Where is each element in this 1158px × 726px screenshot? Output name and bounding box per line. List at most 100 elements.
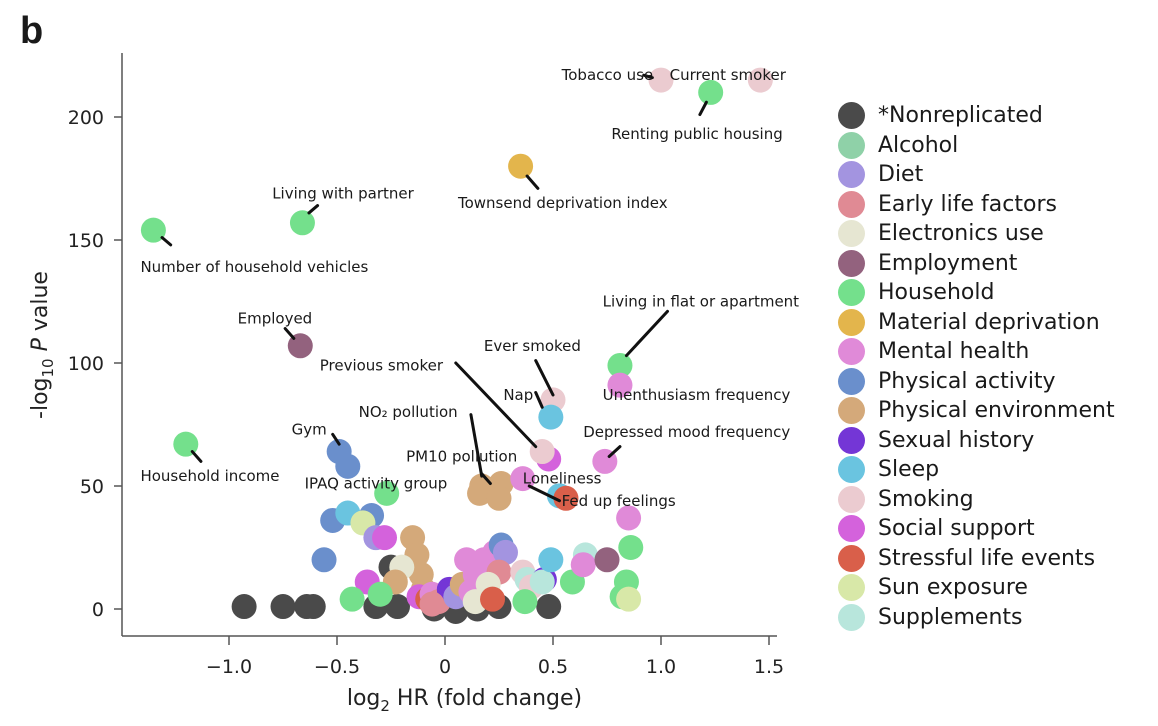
point-living-with-partner (289, 210, 315, 236)
legend-swatch (838, 603, 865, 631)
legend-label: Material deprivation (878, 309, 1100, 335)
annotation-fed-up-feelings: Fed up feelings (562, 492, 676, 510)
annotation-previous-smoker: Previous smoker (320, 356, 444, 374)
annotation-current-smoker: Current smoker (670, 66, 787, 84)
legend-swatch (838, 456, 865, 484)
leader-line-living-in-flat-or-apartment (624, 309, 669, 358)
legend-label: Sun exposure (878, 575, 1028, 601)
point-household (367, 581, 393, 607)
y-tick-label: 100 (68, 353, 104, 375)
legend-label: *Nonreplicated (878, 103, 1043, 129)
point-nonreplicated (270, 594, 296, 620)
legend-label: Diet (878, 162, 924, 188)
legend-item-household: Household (838, 278, 1115, 308)
x-tick-label: −0.5 (314, 656, 360, 678)
legend-label: Smoking (878, 486, 974, 512)
annotation-loneliness: Loneliness (523, 470, 602, 488)
y-tick-label: 50 (80, 476, 104, 498)
point-supplements (529, 569, 555, 595)
legend-label: Electronics use (878, 221, 1044, 247)
legend-swatch (838, 190, 865, 218)
point-household (339, 586, 365, 612)
point-physical-activity (311, 547, 337, 573)
legend-label: Physical activity (878, 368, 1056, 394)
point-nonreplicated (536, 594, 562, 620)
legend-label: Stressful life events (878, 545, 1096, 571)
legend-label: Social support (878, 516, 1035, 542)
legend-swatch (838, 544, 865, 572)
legend-swatch (838, 426, 865, 454)
axes: 0 50 100 150 200 −1.0 −0.5 0 0.5 1.0 1.5 log2 HR … (28, 53, 784, 715)
legend-swatch (838, 220, 865, 248)
legend-item-mental-health: Mental health (838, 337, 1115, 367)
annotation-gym: Gym (292, 420, 327, 438)
legend-item-nonreplicated: *Nonreplicated (838, 101, 1115, 131)
legend-item-early-life-factors: Early life factors (838, 190, 1115, 220)
y-title-sub: 10 (39, 358, 57, 377)
annotation-pm10-pollution: PM10 pollution (406, 447, 517, 465)
legend-item-social-support: Social support (838, 514, 1115, 544)
x-tick-label: −1.0 (206, 656, 252, 678)
y-ticks: 0 50 100 150 200 (68, 107, 122, 621)
legend-item-employment: Employment (838, 249, 1115, 279)
legend-swatch (838, 279, 865, 307)
point-nonreplicated (300, 594, 326, 620)
legend-label: Employment (878, 250, 1018, 276)
annotation-depressed-mood-frequency: Depressed mood frequency (583, 423, 790, 441)
x-title-sub: 2 (380, 697, 390, 715)
legend-label: Sexual history (878, 427, 1035, 453)
legend-item-physical-activity: Physical activity (838, 367, 1115, 397)
legend-swatch (838, 161, 865, 189)
annotation-living-in-flat-or-apartment: Living in flat or apartment (603, 293, 800, 311)
legend-swatch (838, 102, 865, 130)
y-tick-label: 150 (68, 230, 104, 252)
point-social-support (372, 525, 398, 551)
x-tick-label: 0 (439, 656, 451, 678)
point-household (512, 589, 538, 615)
legend-swatch (838, 249, 865, 277)
y-title-pre: -log (28, 377, 53, 418)
annotation-living-with-partner: Living with partner (272, 184, 414, 202)
y-tick-label: 0 (92, 599, 104, 621)
legend-swatch (838, 574, 865, 602)
legend-item-sleep: Sleep (838, 455, 1115, 485)
legend-item-electronics-use: Electronics use (838, 219, 1115, 249)
legend-swatch (838, 397, 865, 425)
legend-swatch (838, 308, 865, 336)
legend-swatch (838, 515, 865, 543)
point-mental-health (570, 552, 596, 578)
legend-label: Physical environment (878, 398, 1115, 424)
legend-label: Sleep (878, 457, 940, 483)
x-tick-label: 0.5 (538, 656, 568, 678)
legend-item-alcohol: Alcohol (838, 131, 1115, 161)
leader-line-townsend-deprivation-index (525, 174, 540, 190)
point-townsend-deprivation-index (508, 153, 534, 179)
legend-swatch (838, 131, 865, 159)
point-employment (594, 547, 620, 573)
legend-label: Early life factors (878, 191, 1057, 217)
leader-line-previous-smoker (454, 361, 538, 449)
legend-label: Household (878, 280, 995, 306)
legend-item-sexual-history: Sexual history (838, 426, 1115, 456)
legend-item-stressful-life-events: Stressful life events (838, 544, 1115, 574)
legend-item-diet: Diet (838, 160, 1115, 190)
legend-label: Alcohol (878, 132, 959, 158)
x-title-post: HR (fold change) (390, 686, 582, 711)
legend: *Nonreplicated Alcohol Diet Early life fact… (838, 101, 1115, 632)
point-physical-environment (486, 485, 512, 511)
y-axis-title: -log10 P value (28, 271, 57, 419)
point-sun-exposure (616, 586, 642, 612)
legend-swatch (838, 367, 865, 395)
leader-line-renting-public-housing (698, 100, 708, 117)
legend-item-material-deprivation: Material deprivation (838, 308, 1115, 338)
legend-swatch (838, 338, 865, 366)
annotation-tobacco-use: Tobacco use (561, 66, 654, 84)
leader-line-household-income (190, 450, 203, 463)
point-nonreplicated (231, 594, 257, 620)
x-tick-label: 1.0 (646, 656, 676, 678)
legend-label: Mental health (878, 339, 1030, 365)
leader-line-no-pollution (469, 413, 484, 478)
annotation-townsend-deprivation-index: Townsend deprivation index (457, 194, 668, 212)
y-title-post: value (28, 271, 53, 338)
legend-item-sun-exposure: Sun exposure (838, 573, 1115, 603)
